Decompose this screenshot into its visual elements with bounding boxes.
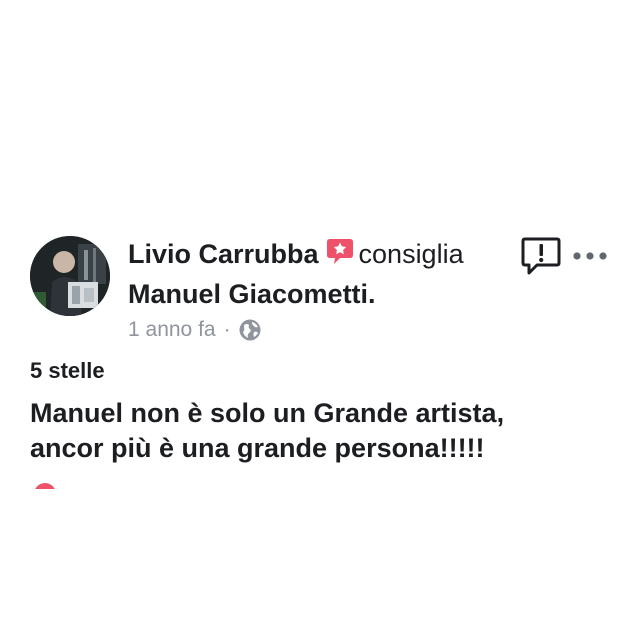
post-meta: 1 anno fa · xyxy=(128,316,261,344)
rating-label: 5 stelle xyxy=(30,358,105,383)
reaction-circle xyxy=(34,483,56,489)
recommended-page-name[interactable]: Manuel Giacometti xyxy=(128,279,368,309)
globe-icon[interactable] xyxy=(239,319,261,341)
report-exclamation-icon[interactable] xyxy=(521,236,561,276)
author-avatar[interactable] xyxy=(30,236,110,316)
recommends-label: consiglia xyxy=(358,239,464,269)
review-text: Manuel non è solo un Grande artista, anc… xyxy=(30,396,620,466)
author-name[interactable]: Livio Carrubba xyxy=(128,239,319,269)
meta-separator: · xyxy=(223,318,231,341)
more-options-icon[interactable] xyxy=(572,244,608,268)
review-line: Manuel non è solo un Grande artista, xyxy=(30,398,505,428)
post-timestamp[interactable]: 1 anno fa xyxy=(128,316,216,344)
post-header: Livio Carrubba consiglia Manuel Giacomet… xyxy=(128,236,518,312)
love-reaction-icon[interactable] xyxy=(34,483,56,489)
star-speech-bubble-icon xyxy=(325,237,355,276)
recommendation-post: Livio Carrubba consiglia Manuel Giacomet… xyxy=(0,0,640,640)
review-line: ancor più è una grande persona!!!!! xyxy=(30,433,485,463)
page-name-period: . xyxy=(368,279,376,309)
